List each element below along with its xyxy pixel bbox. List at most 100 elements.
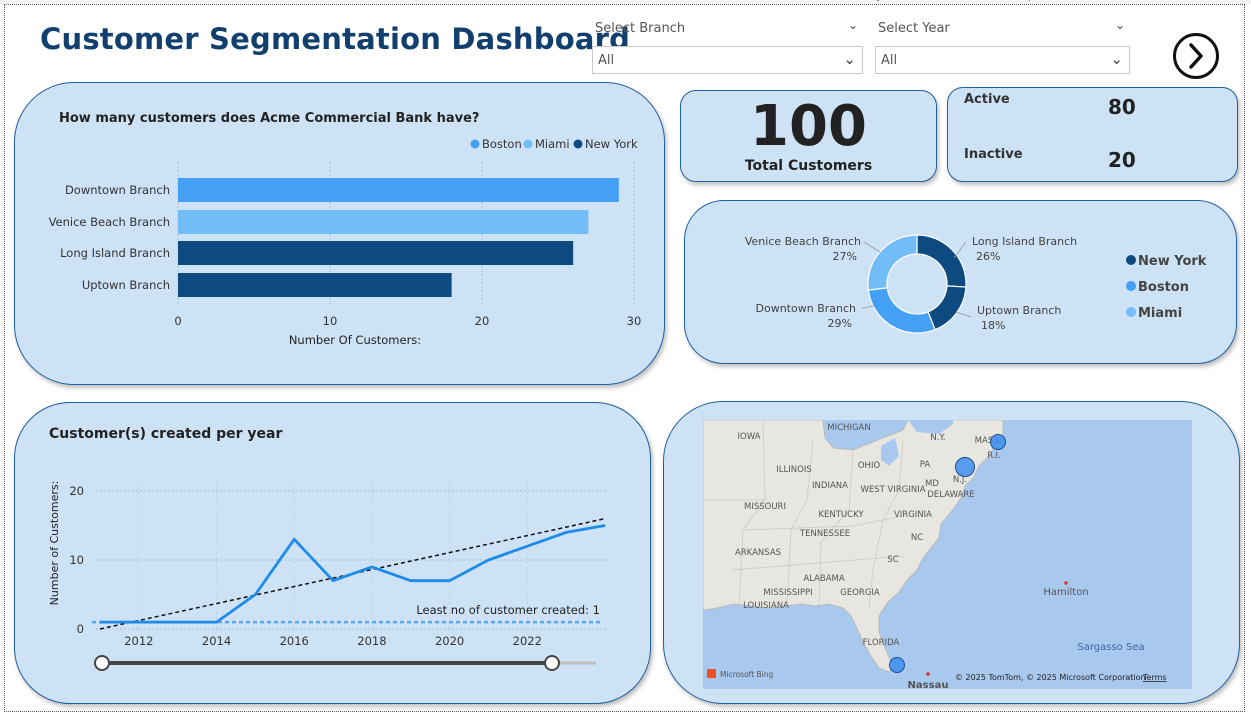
inactive-value: 20 [1108, 148, 1136, 172]
bar-category-label: Downtown Branch [65, 183, 170, 197]
donut-slice-pct: 29% [828, 317, 852, 330]
total-customers-card: 100 Total Customers [680, 90, 937, 182]
legend-marker-icon [1126, 281, 1136, 291]
min-reference-label: Least no of customer created: 1 [416, 603, 600, 617]
donut-slice[interactable] [867, 287, 936, 334]
chevron-down-icon: ⌄ [1110, 50, 1123, 68]
donut-slice-label: Uptown Branch [977, 304, 1061, 317]
map-label: DELAWARE [927, 490, 974, 500]
ribbon-item[interactable]: Calculations [690, 0, 751, 2]
bar-x-tick-label: 30 [627, 314, 642, 328]
map-label: IOWA [738, 432, 761, 442]
map-label: PA [920, 460, 931, 470]
bar[interactable] [178, 241, 574, 265]
map-label: SC [887, 555, 898, 565]
year-range-start-handle[interactable] [94, 655, 110, 671]
bar[interactable] [178, 210, 589, 234]
map-label: MICHIGAN [827, 423, 870, 433]
ribbon-item[interactable]: Share [920, 0, 949, 2]
map-marker[interactable] [889, 657, 905, 673]
line-chart: Customer(s) created per year Number of C… [48, 426, 608, 671]
bar-category-label: Uptown Branch [82, 278, 170, 292]
total-customers-label: Total Customers [744, 158, 873, 174]
line-x-tick-label: 2016 [280, 634, 309, 648]
line-y-tick-label: 20 [69, 484, 84, 498]
donut-slice-label: Downtown Branch [756, 302, 857, 315]
donut-slice-label: Venice Beach Branch [745, 235, 861, 248]
next-page-button[interactable] [1172, 32, 1220, 80]
bing-label: Microsoft Bing [720, 670, 773, 679]
legend-label: Boston [1138, 280, 1189, 295]
map-label: OHIO [858, 461, 881, 471]
map-label: KENTUCKY [818, 510, 864, 520]
active-value: 80 [1108, 95, 1136, 119]
city-dot [926, 672, 930, 676]
bar-category-label: Long Island Branch [60, 246, 170, 260]
legend-label: New York [1138, 254, 1207, 269]
bar-chart-title: How many customers does Acme Commercial … [59, 111, 479, 126]
map-label: FLORIDA [863, 638, 900, 648]
bar-x-tick-label: 20 [475, 314, 490, 328]
donut-slice-pct: 26% [976, 250, 1000, 263]
bar-x-axis-label: Number Of Customers: [289, 333, 421, 347]
chevron-down-icon: ⌄ [843, 50, 856, 68]
donut-leader-line [955, 311, 972, 318]
donut-slice[interactable] [927, 285, 967, 331]
chevron-down-icon[interactable]: ⌄ [1115, 18, 1125, 32]
chevron-down-icon[interactable]: ⌄ [848, 18, 858, 32]
bar-category-label: Venice Beach Branch [49, 215, 170, 229]
map-label: Nassau [908, 680, 949, 689]
ribbon-item[interactable]: Queries [410, 0, 449, 2]
line-chart-title: Customer(s) created per year [49, 426, 282, 442]
legend-marker-icon [470, 139, 480, 149]
total-customers-value: 100 [750, 94, 867, 159]
map-label: NC [911, 533, 923, 543]
branch-dropdown[interactable]: All ⌄ [592, 46, 863, 74]
map-marker[interactable] [990, 434, 1006, 450]
line-x-tick-label: 2020 [435, 634, 464, 648]
city-dot [1064, 581, 1068, 585]
legend-marker-icon [523, 139, 533, 149]
ribbon-item[interactable]: Sensitivity [830, 0, 882, 2]
map-label: VIRGINIA [894, 510, 932, 520]
line-y-tick-label: 0 [77, 622, 84, 636]
ribbon-item[interactable]: Copilot [1015, 0, 1050, 2]
donut-leader-line [861, 305, 875, 309]
line-y-axis-label: Number of Customers: [48, 481, 61, 606]
bar-x-tick-label: 0 [174, 314, 181, 328]
map-terms-link[interactable]: Terms [1142, 673, 1167, 682]
map-label: N.Y. [930, 433, 945, 443]
active-inactive-card: Active 80 Inactive 20 [947, 87, 1238, 182]
ribbon-item[interactable]: Insert [545, 0, 574, 2]
map-attribution: © 2025 TomTom, © 2025 Microsoft Corporat… [955, 673, 1146, 682]
donut-leader-line [863, 241, 881, 253]
map-label: LOUISIANA [743, 601, 789, 611]
page-title: Customer Segmentation Dashboard [40, 22, 631, 56]
map-marker[interactable] [955, 457, 975, 477]
active-label: Active [964, 92, 1010, 107]
year-range-end-handle[interactable] [544, 655, 560, 671]
year-slicer-label: Select Year [878, 21, 950, 36]
donut-slice[interactable] [916, 234, 967, 288]
donut-slice[interactable] [867, 234, 918, 291]
bar[interactable] [178, 178, 619, 202]
line-x-tick-label: 2018 [357, 634, 386, 648]
map-label: MD [925, 479, 939, 489]
map-label: ARKANSAS [735, 548, 781, 558]
year-dropdown[interactable]: All ⌄ [875, 46, 1130, 74]
donut-slice-label: Long Island Branch [972, 235, 1077, 248]
microsoft-logo-icon [707, 669, 716, 678]
map-label: INDIANA [812, 481, 848, 491]
line-x-tick-label: 2012 [124, 634, 153, 648]
legend-label: New York [585, 137, 638, 151]
map-visual[interactable]: MICHIGANN.Y. MASS.R.I.IOWAILLINOIS OHIO PAN… [703, 420, 1192, 689]
ribbon-item[interactable]: Data [175, 0, 199, 2]
line-y-tick-label: 10 [69, 553, 84, 567]
bar[interactable] [178, 273, 452, 297]
legend-marker-icon [1126, 255, 1136, 265]
map-label: WEST VIRGINIA [860, 485, 925, 495]
map-label: R.I. [987, 451, 1001, 461]
legend-marker-icon [1126, 307, 1136, 317]
bar-x-tick-label: 10 [323, 314, 338, 328]
map-label: MISSISSIPPI [763, 588, 812, 598]
